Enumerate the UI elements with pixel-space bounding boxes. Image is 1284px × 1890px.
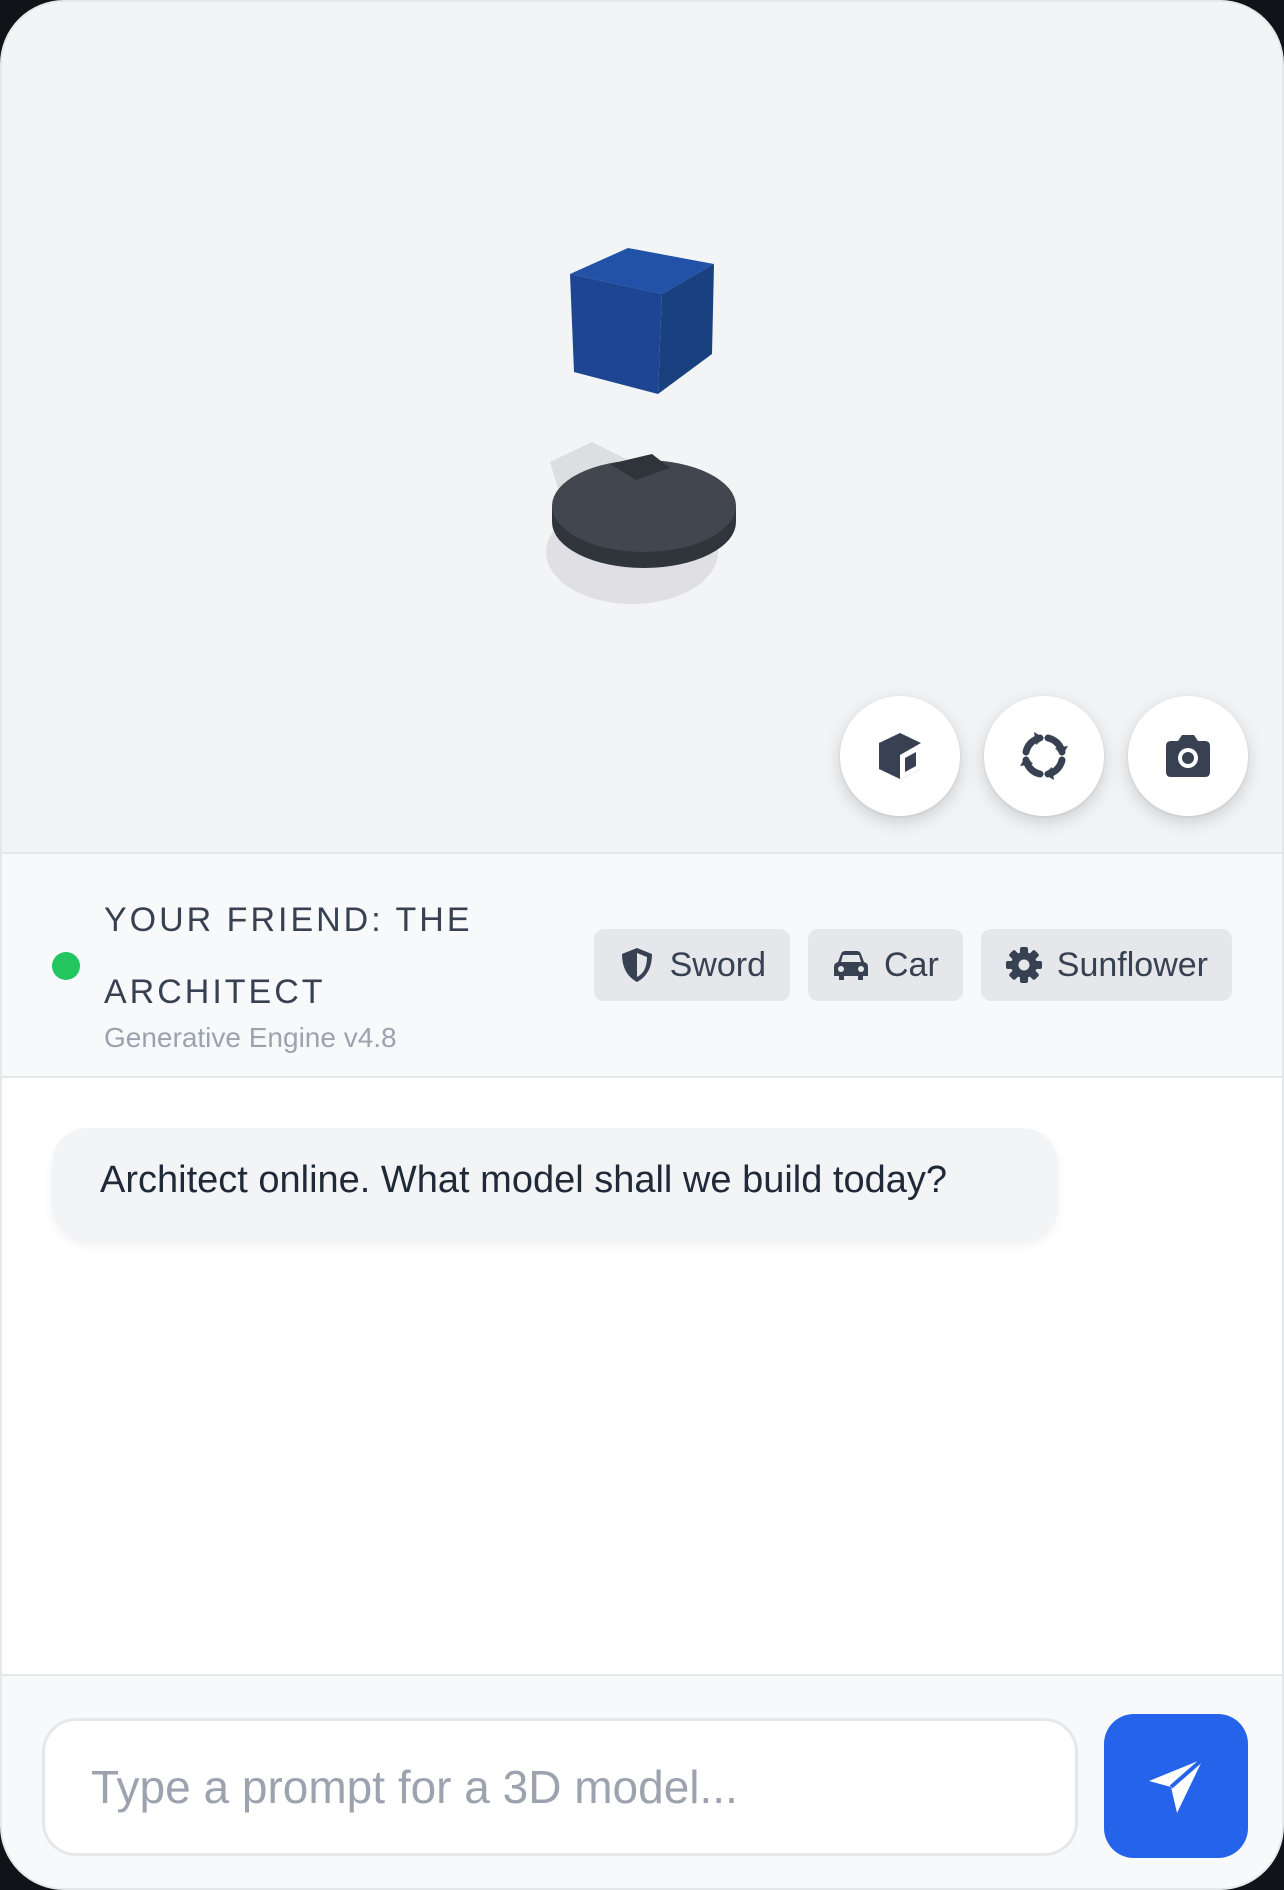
gear-icon (1005, 947, 1042, 983)
prompt-input[interactable] (42, 1718, 1078, 1856)
screenshot-button[interactable] (1128, 696, 1248, 816)
3d-viewport[interactable] (2, 2, 1282, 854)
send-button[interactable] (1104, 1714, 1248, 1858)
app-window: YOUR FRIEND: THE ARCHITECT Generative En… (0, 0, 1284, 1890)
online-status-indicator (52, 952, 80, 980)
assistant-title: YOUR FRIEND: THE ARCHITECT (104, 901, 473, 1011)
preset-buttons: Sword Car Sunflower (593, 929, 1232, 1001)
preset-label: Sword (669, 945, 766, 984)
preset-car-button[interactable]: Car (808, 929, 963, 1001)
preset-sword-button[interactable]: Sword (593, 929, 790, 1001)
rotate-button[interactable] (984, 696, 1104, 816)
model-view-button[interactable] (840, 696, 960, 816)
preset-sunflower-button[interactable]: Sunflower (980, 929, 1232, 1001)
send-icon (1149, 1757, 1205, 1813)
preset-label: Car (884, 945, 939, 984)
shield-icon (621, 948, 652, 982)
rotate-arrows-icon (1020, 732, 1068, 780)
assistant-message: Architect online. What model shall we bu… (52, 1128, 1058, 1242)
engine-version: Generative Engine v4.8 (104, 1022, 397, 1053)
preset-label: Sunflower (1056, 945, 1208, 984)
car-icon (834, 951, 868, 980)
chat-log[interactable]: Architect online. What model shall we bu… (2, 1080, 1282, 1676)
camera-icon (1166, 735, 1210, 777)
viewport-controls (840, 696, 1248, 816)
prompt-composer (2, 1674, 1282, 1888)
cube-left (570, 274, 662, 394)
assistant-identity: YOUR FRIEND: THE ARCHITECT Generative En… (104, 884, 504, 1056)
cube-icon (879, 733, 921, 779)
